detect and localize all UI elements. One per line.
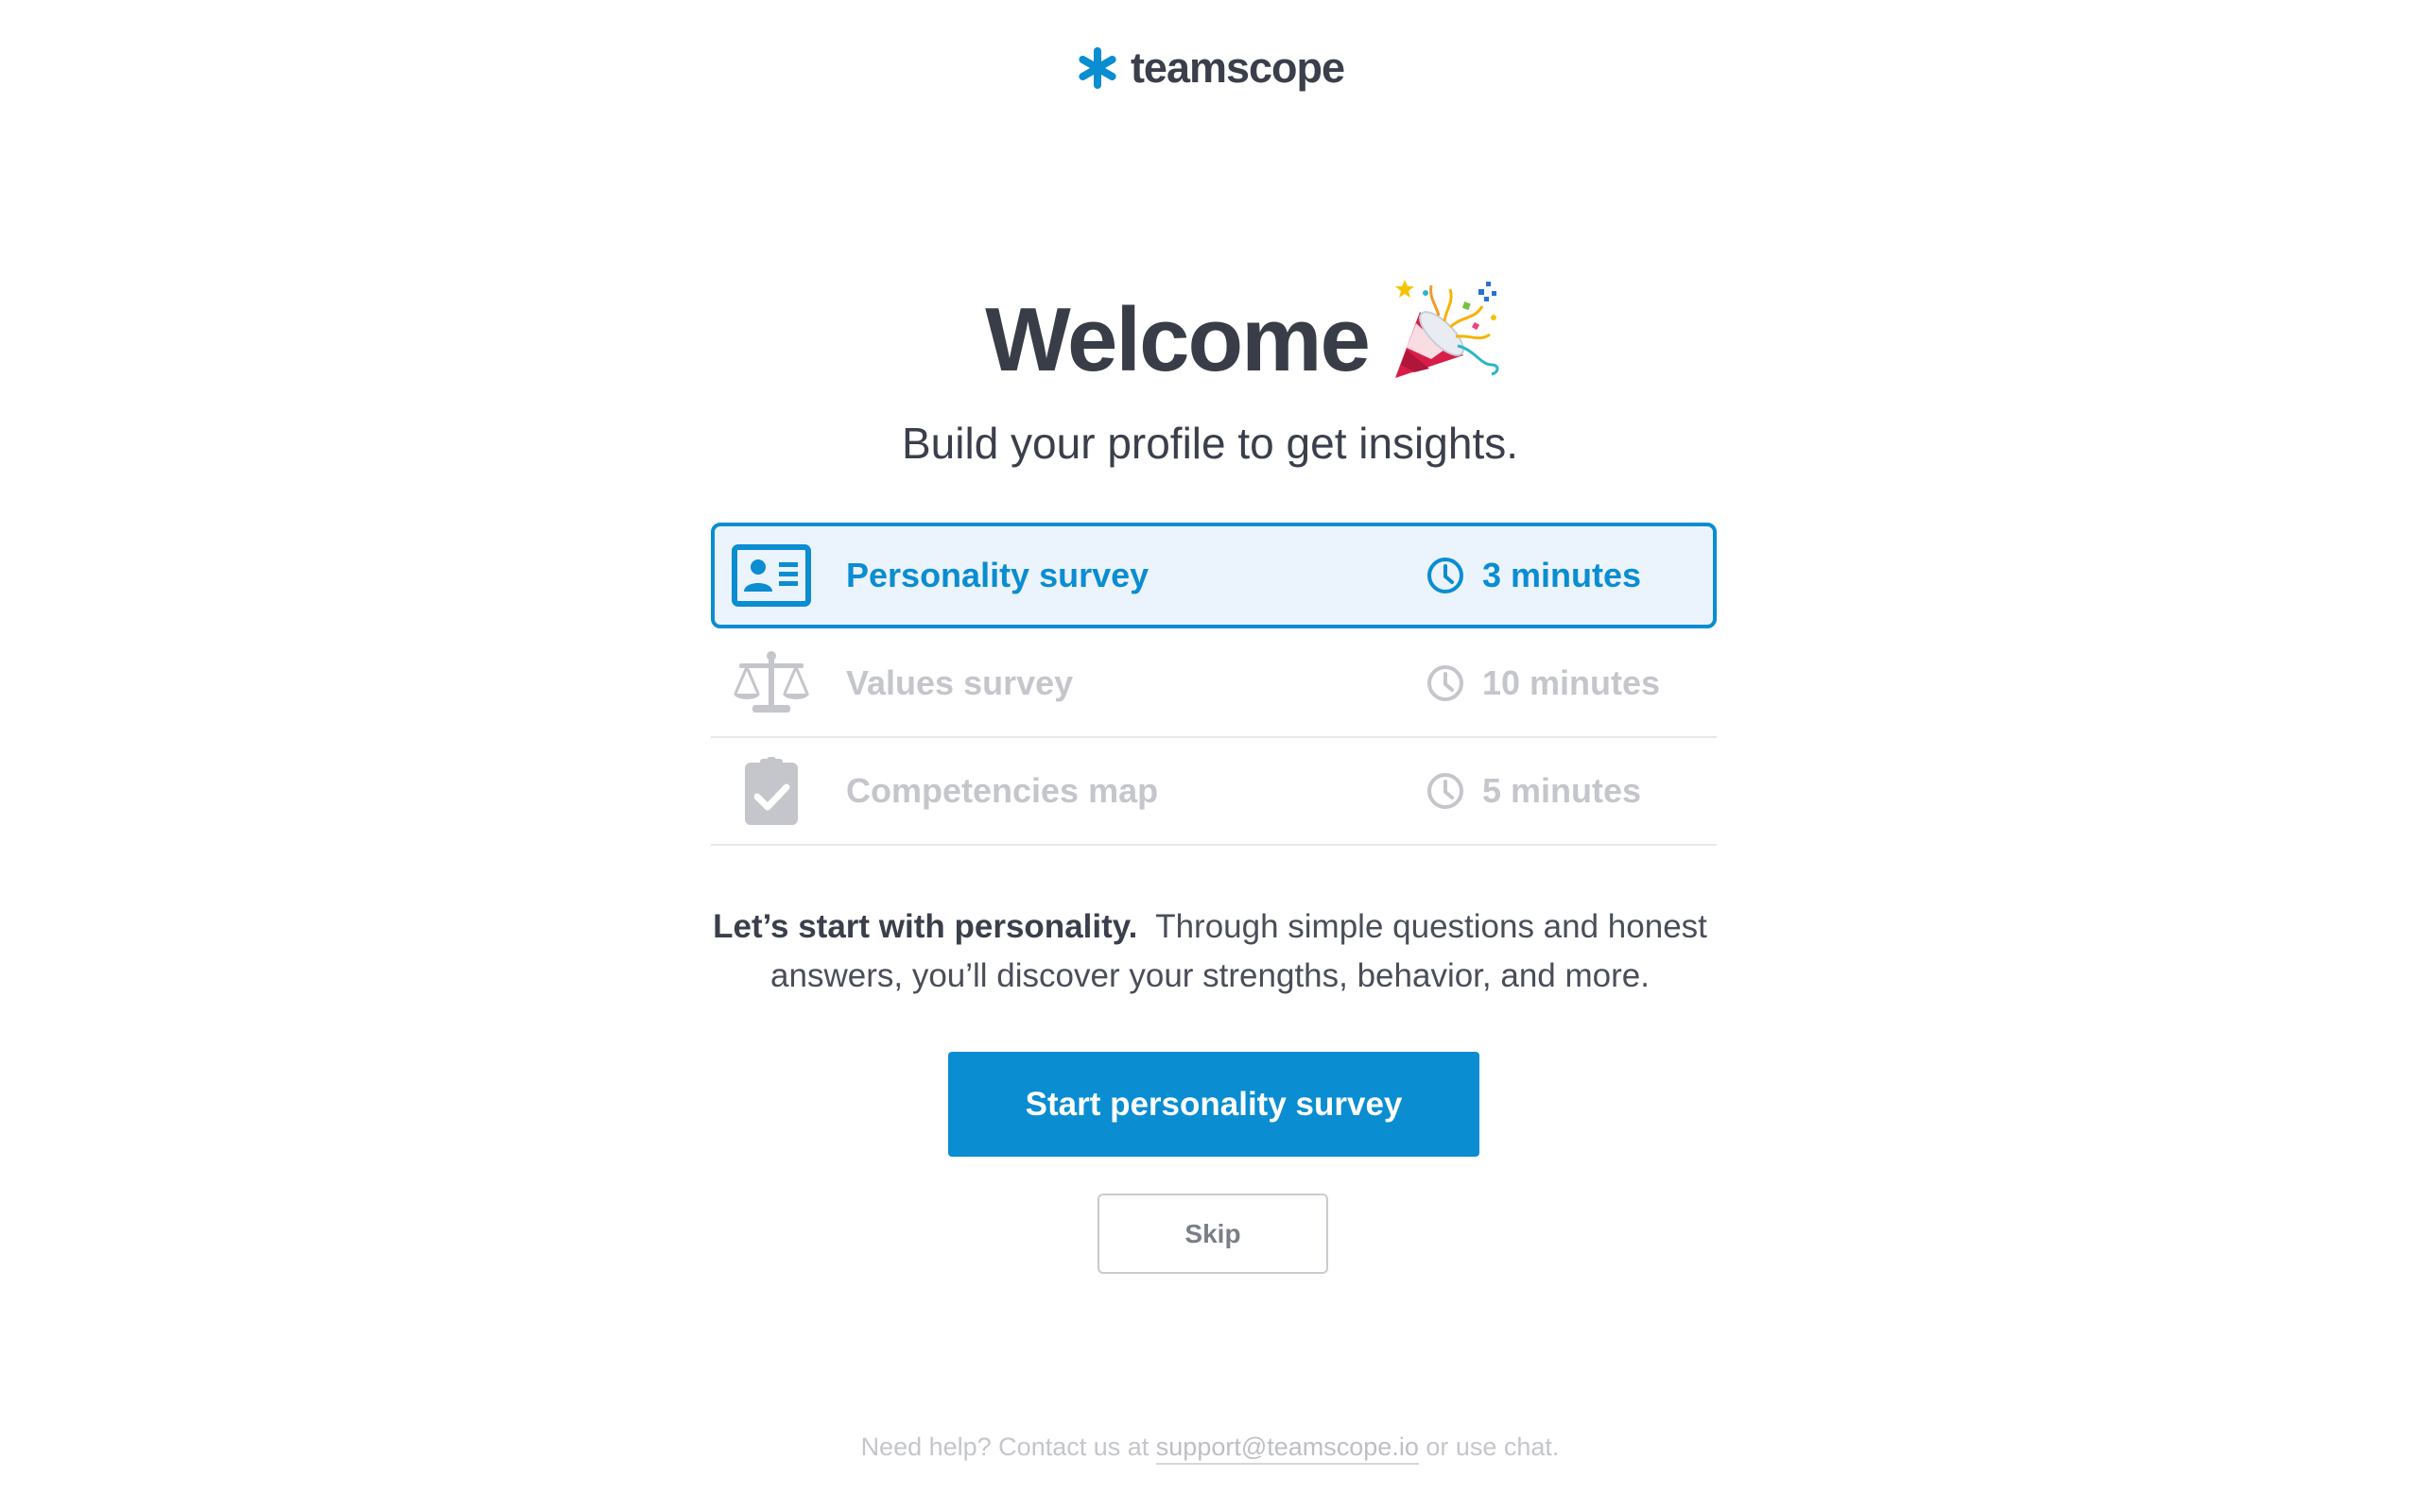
- party-popper-icon: [1394, 280, 1499, 378]
- clock-icon: [1427, 665, 1463, 701]
- survey-item-values[interactable]: Values survey 10 minutes: [711, 630, 1717, 738]
- survey-time-label: 10 minutes: [1482, 663, 1661, 702]
- start-survey-button[interactable]: Start personality survey: [948, 1052, 1479, 1157]
- id-card-icon: [732, 542, 811, 609]
- clipboard-check-icon: [732, 757, 811, 825]
- brand-name: teamscope: [1130, 43, 1345, 92]
- intro-description: Let’s start with personality. Through si…: [700, 902, 1720, 1001]
- survey-duration: 3 minutes: [1426, 556, 1641, 595]
- survey-name: Values survey: [846, 663, 1074, 702]
- help-footer: Need help? Contact us at support@teamsco…: [0, 1433, 2420, 1465]
- logo: teamscope: [0, 43, 2420, 93]
- survey-item-personality[interactable]: Personality survey 3 minutes: [711, 523, 1717, 628]
- survey-time-label: 5 minutes: [1482, 771, 1642, 810]
- survey-duration: 10 minutes: [1426, 663, 1660, 703]
- footer-suffix: or use chat.: [1426, 1433, 1560, 1461]
- survey-item-competencies[interactable]: Competencies map 5 minutes: [711, 738, 1717, 846]
- clock-icon: [1427, 558, 1463, 593]
- clock-icon: [1427, 773, 1463, 809]
- subtitle: Build your profile to get insights.: [901, 419, 1519, 468]
- asterisk-logo-icon: [1079, 47, 1116, 89]
- onboarding-page: teamscope Welcome Build your profile to …: [0, 0, 2420, 1512]
- balance-scale-icon: [732, 650, 811, 716]
- skip-button[interactable]: Skip: [1098, 1194, 1328, 1274]
- survey-name: Personality survey: [846, 556, 1150, 594]
- survey-name: Competencies map: [846, 771, 1159, 810]
- intro-lead: Let’s start with personality.: [713, 908, 1138, 945]
- footer-prefix: Need help? Contact us at: [860, 1433, 1150, 1461]
- survey-duration: 5 minutes: [1426, 771, 1641, 811]
- support-email-link[interactable]: support@teamscope.io: [1155, 1433, 1419, 1465]
- survey-time-label: 3 minutes: [1482, 556, 1642, 594]
- page-title: Welcome: [985, 289, 1371, 390]
- survey-list: Personality survey 3 minutes Values surv…: [711, 523, 1717, 846]
- welcome-heading: Welcome: [0, 280, 2420, 390]
